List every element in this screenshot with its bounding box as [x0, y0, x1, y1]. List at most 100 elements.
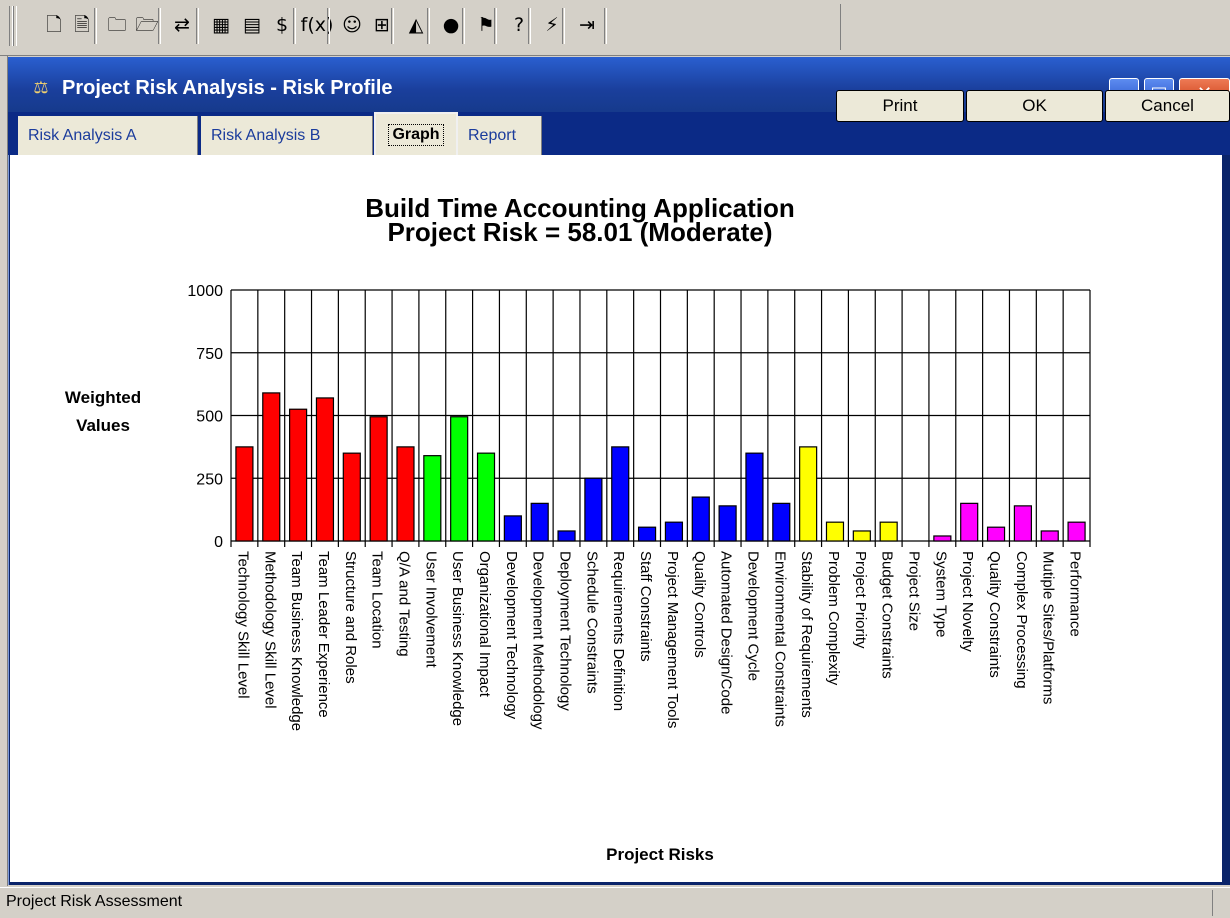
bar	[960, 502, 979, 542]
x-tick-label: Problem Complexity	[825, 551, 842, 686]
bar	[450, 416, 469, 542]
x-tick-label: System Type	[932, 551, 949, 637]
bar	[423, 455, 442, 542]
tab-label: Risk Analysis A	[28, 126, 137, 144]
tab-label: Graph	[388, 123, 444, 146]
chart-subtitle: Project Risk = 58.01 (Moderate)	[387, 217, 772, 247]
bar	[503, 515, 522, 542]
window-title: Project Risk Analysis - Risk Profile	[62, 77, 393, 99]
toolbar-separator	[604, 8, 607, 44]
bar	[718, 505, 737, 542]
tab-report[interactable]: Report	[458, 116, 542, 155]
document-icon: 🗎	[74, 13, 90, 36]
money-bag-icon: $	[275, 13, 289, 36]
risk-profile-window: ⚖ Project Risk Analysis - Risk Profile _…	[8, 57, 1230, 885]
tab-risk-analysis-b[interactable]: Risk Analysis B	[201, 116, 373, 155]
x-tick-label: Methodology Skill Level	[261, 551, 278, 709]
bar	[1040, 530, 1059, 542]
x-tick-label: Team Leader Experience	[315, 551, 332, 718]
runner-icon: ⚡	[545, 13, 559, 36]
bar	[315, 397, 335, 542]
people-button[interactable]: ☺	[338, 10, 366, 40]
risk-icon: ●	[442, 13, 460, 36]
document-button[interactable]: 🗎	[68, 10, 96, 40]
tab-risk-analysis-a[interactable]: Risk Analysis A	[18, 116, 198, 155]
x-tick-label: Quality Constraints	[986, 551, 1003, 678]
new-folder-button[interactable]: 🗀	[103, 10, 131, 40]
exit-button[interactable]: ⇥	[573, 10, 601, 40]
bar	[476, 452, 496, 542]
bar	[986, 526, 1006, 542]
toolbar-separator	[293, 8, 296, 44]
y-tick-label: 250	[196, 471, 223, 488]
bar	[262, 392, 281, 542]
tab-label: Risk Analysis B	[211, 126, 321, 144]
exit-icon: ⇥	[579, 13, 595, 36]
scales-icon[interactable]: ⚖	[28, 77, 54, 99]
tab-graph[interactable]: Graph	[374, 112, 458, 155]
bar	[933, 535, 952, 542]
bar	[772, 502, 791, 542]
chart-button[interactable]: ◭	[402, 10, 430, 40]
y-axis-label: Values	[76, 416, 130, 435]
bar	[745, 452, 764, 542]
bar	[235, 446, 254, 542]
x-tick-label: Q/A and Testing	[395, 551, 412, 657]
x-tick-label: Environmental Constraints	[771, 551, 788, 727]
x-tick-label: Project Priority	[852, 551, 869, 649]
x-tick-label: Development Cycle	[744, 551, 761, 681]
toolbar-end	[840, 4, 841, 50]
import-button[interactable]: ⇄	[168, 10, 196, 40]
ok-button[interactable]: OK	[966, 90, 1103, 122]
new-file-button[interactable]: 🗋	[40, 10, 68, 40]
bar	[369, 416, 388, 542]
x-tick-label: Structure and Roles	[342, 551, 359, 684]
bar	[825, 521, 845, 542]
import-icon: ⇄	[174, 13, 190, 36]
y-tick-label: 0	[214, 534, 223, 551]
bar	[396, 446, 415, 542]
status-text: Project Risk Assessment	[6, 893, 183, 910]
bar	[664, 521, 684, 542]
y-tick-label: 500	[196, 409, 223, 426]
x-tick-label: User Business Knowledge	[449, 551, 466, 726]
y-tick-label: 1000	[187, 283, 223, 300]
toolbar: 🗋 🗎 🗀 🗁 ⇄ ▦ ▤ $ f(x) ☺ ⊞ ◭ ● ⚑? ⚡ ⇥	[0, 0, 1230, 56]
x-tick-label: Development Methodology	[530, 551, 547, 730]
open-folder-button[interactable]: 🗁	[133, 10, 161, 40]
toolbar-separator	[94, 8, 97, 44]
x-tick-label: Project Novelty	[959, 551, 976, 652]
risk-profile-chart: Build Time Accounting ApplicationProject…	[65, 193, 1091, 864]
print-button[interactable]: Print	[836, 90, 964, 122]
x-tick-label: Quality Controls	[691, 551, 708, 658]
bar	[611, 446, 630, 542]
money-bag-button[interactable]: $	[268, 10, 296, 40]
risk-button[interactable]: ●	[437, 10, 465, 40]
bar	[557, 530, 576, 542]
x-tick-label: Team Location	[369, 551, 386, 649]
cancel-button[interactable]: Cancel	[1105, 90, 1230, 122]
x-tick-label: Automated Design/Code	[718, 551, 735, 714]
x-tick-label: Performance	[1067, 551, 1084, 637]
bar	[637, 526, 657, 542]
bar	[1013, 505, 1032, 542]
bar	[691, 496, 710, 542]
calculator-button[interactable]: ▦	[207, 10, 235, 40]
help-icon: ?	[513, 13, 525, 36]
toolbar-separator	[427, 8, 430, 44]
status-bar: Project Risk Assessment	[0, 887, 1230, 918]
x-tick-label: Budget Constraints	[879, 551, 896, 679]
x-tick-label: Requirements Definition	[610, 551, 627, 711]
x-tick-label: Team Business Knowledge	[288, 551, 305, 731]
toolbar-grip[interactable]	[13, 6, 17, 46]
y-tick-label: 750	[196, 346, 223, 363]
x-axis-label: Project Risks	[606, 845, 714, 864]
x-tick-label: Mutiple Sites/Platforms	[1040, 551, 1057, 704]
toolbar-separator	[562, 8, 565, 44]
people-icon: ☺	[342, 13, 362, 36]
toolbar-separator	[462, 8, 465, 44]
toolbar-separator	[196, 8, 199, 44]
table-button[interactable]: ▤	[238, 10, 266, 40]
x-tick-label: Project Management Tools	[664, 551, 681, 728]
bar	[530, 502, 549, 542]
